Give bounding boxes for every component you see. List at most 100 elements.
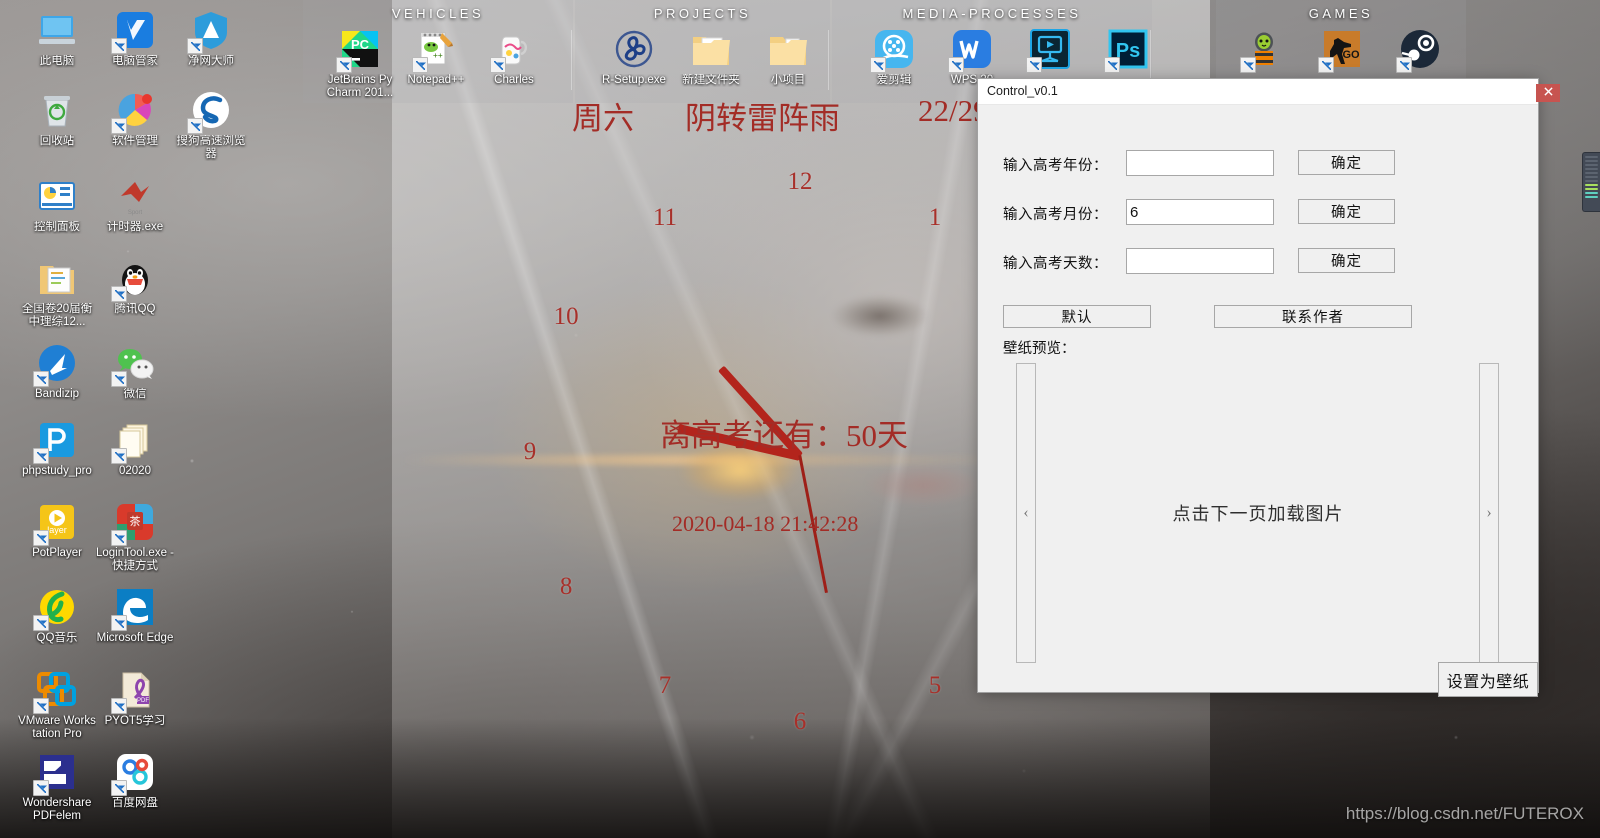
desktop-icon[interactable]: 腾讯QQ — [96, 256, 174, 316]
desktop-icon[interactable]: 百度网盘 — [96, 750, 174, 810]
desktop-icon[interactable]: 微信 — [96, 341, 174, 401]
month-confirm-button[interactable]: 确定 — [1298, 199, 1395, 224]
desktop-icon-label: 微信 — [123, 388, 147, 400]
fence-icon[interactable]: R-Setup.exe — [598, 27, 670, 87]
fence-title: MEDIA-PROCESSES — [902, 6, 1082, 21]
desktop-screen: VEHICLES PC JetBrains PyCharm 201... ++ Note… — [0, 0, 1600, 838]
pycharm-icon: PC — [336, 27, 382, 73]
shortcut-arrow-icon — [1396, 57, 1412, 73]
month-input[interactable] — [1126, 199, 1274, 225]
volume-segment-active — [1585, 184, 1598, 186]
shortcut-arrow-icon — [948, 57, 964, 73]
next-page-button[interactable]: › — [1479, 363, 1499, 663]
fence-icon[interactable]: WPS 20 — [936, 27, 1008, 87]
preview-placeholder-text[interactable]: 点击下一页加载图片 — [1048, 363, 1468, 663]
svg-text:茶: 茶 — [130, 515, 141, 528]
contact-author-button[interactable]: 联系作者 — [1214, 305, 1412, 328]
desktop-icon[interactable]: Microsoft Edge — [96, 585, 174, 645]
fence-icon[interactable]: 小项目 — [752, 27, 824, 87]
desktop-icon[interactable]: VMware Workstation Pro — [18, 668, 96, 741]
fence-icon[interactable] — [1228, 27, 1300, 74]
year-label: 输入高考年份： — [1003, 158, 1108, 174]
shortcut-arrow-icon — [33, 448, 49, 464]
countdown-text: 离高考还有：50天 — [660, 418, 908, 453]
volume-segment — [1585, 180, 1598, 182]
shortcut-arrow-icon — [111, 698, 127, 714]
window-titlebar[interactable]: Control_v0.1 — [978, 79, 1560, 105]
set-as-wallpaper-button[interactable]: 设置为壁纸 — [1438, 662, 1538, 697]
desktop-icon-label: phpstudy_pro — [22, 465, 92, 477]
wechat-icon — [111, 341, 157, 387]
desktop-icon[interactable]: layer PotPlayer — [18, 500, 96, 560]
desktop-icon-label: 搜狗高速浏览器 — [176, 135, 246, 160]
qq-music-icon — [33, 585, 79, 631]
volume-segment-active — [1585, 188, 1598, 190]
desktop-icon[interactable]: 软件管理 — [96, 88, 174, 148]
days-input[interactable] — [1126, 248, 1274, 274]
svg-text:layer: layer — [47, 525, 67, 535]
new-folder-icon — [689, 27, 733, 71]
bandizip-icon — [33, 341, 79, 387]
days-label: 输入高考天数： — [1003, 256, 1108, 272]
desktop-icon[interactable]: 搜狗高速浏览器 — [172, 88, 250, 161]
blog-watermark: https://blog.csdn.net/FUTEROX — [1345, 804, 1584, 823]
fence-icon[interactable]: Charles — [478, 27, 550, 87]
logintool-icon: 茶 — [111, 500, 157, 546]
aijianji-icon — [870, 27, 916, 73]
volume-segment — [1585, 160, 1598, 162]
phpstudy-icon — [33, 418, 79, 464]
default-button[interactable]: 默认 — [1003, 305, 1151, 328]
fence-icon[interactable]: 爱剪辑 — [858, 27, 930, 87]
window-body: 输入高考年份： 确定 输入高考月份： 确定 输入高考天数： 确定 默认 联系作者… — [978, 105, 1538, 697]
desktop-icon[interactable]: 茶 LoginTool.exe - 快捷方式 — [96, 500, 174, 573]
clock-hour-number: 10 — [553, 303, 579, 330]
desktop-icon[interactable]: phpstudy_pro — [18, 418, 96, 478]
fence-icon[interactable] — [1014, 27, 1086, 74]
desktop-icon[interactable]: Sport 计时器.exe — [96, 174, 174, 234]
year-confirm-button[interactable]: 确定 — [1298, 150, 1395, 175]
svg-text:PDF: PDF — [137, 698, 149, 704]
shortcut-arrow-icon — [33, 780, 49, 796]
shortcut-arrow-icon — [111, 371, 127, 387]
fence-icon[interactable]: GO — [1306, 27, 1378, 74]
days-confirm-button[interactable]: 确定 — [1298, 248, 1395, 273]
desktop-icon[interactable]: 回收站 — [18, 88, 96, 148]
desktop-icon[interactable]: PDF PYOT5学习 — [96, 668, 174, 728]
svg-text:PC: PC — [351, 37, 370, 52]
fence-icon[interactable]: 新建文件夹 — [675, 27, 747, 87]
year-input[interactable] — [1126, 150, 1274, 176]
clock-hour-number: 9 — [523, 438, 537, 465]
desktop-icon[interactable]: Bandizip — [18, 341, 96, 401]
tencent-qq-icon — [111, 256, 157, 302]
fence-icon[interactable]: ++ Notepad++ — [400, 27, 472, 87]
desktop-icon[interactable]: 净网大师 — [172, 8, 250, 68]
shortcut-arrow-icon — [111, 615, 127, 631]
desktop-icon[interactable]: 电脑管家 — [96, 8, 174, 68]
volume-osd-indicator — [1582, 152, 1600, 212]
shortcut-arrow-icon — [111, 780, 127, 796]
desktop-icon[interactable]: 全国卷20届衡中理综12... — [18, 256, 96, 329]
desktop-icon-label: 百度网盘 — [112, 797, 158, 809]
form-row-days: 输入高考天数： 确定 — [978, 248, 1538, 276]
fence-icon-label: 新建文件夹 — [682, 74, 740, 86]
desktop-icon[interactable]: 02020 — [96, 418, 174, 478]
volume-segment — [1585, 156, 1598, 158]
desktop-icon-label: 软件管理 — [112, 135, 158, 147]
sogou-browser-icon — [187, 88, 233, 134]
fence-icon[interactable]: PC JetBrains PyCharm 201... — [324, 27, 396, 100]
fence-icon[interactable] — [1384, 27, 1456, 74]
control-window: Control_v0.1 输入高考年份： 确定 输入高考月份： 确定 输入高考天… — [978, 79, 1560, 697]
desktop-icon[interactable]: 此电脑 — [18, 8, 96, 68]
desktop-icon[interactable]: 控制面板 — [18, 174, 96, 234]
shortcut-arrow-icon — [111, 118, 127, 134]
volume-segment-active — [1585, 196, 1598, 198]
clock-hour-number: 7 — [658, 671, 672, 699]
wondershare-pdf-icon — [33, 750, 79, 796]
close-icon[interactable] — [1536, 84, 1560, 102]
desktop-icon[interactable]: Wondershare PDFelem — [18, 750, 96, 823]
fence-icon[interactable]: Ps — [1092, 27, 1164, 74]
prev-page-button[interactable]: ‹ — [1016, 363, 1036, 663]
steam-icon — [1396, 27, 1442, 73]
desktop-icon[interactable]: QQ音乐 — [18, 585, 96, 645]
video-editor-icon — [1026, 27, 1072, 73]
